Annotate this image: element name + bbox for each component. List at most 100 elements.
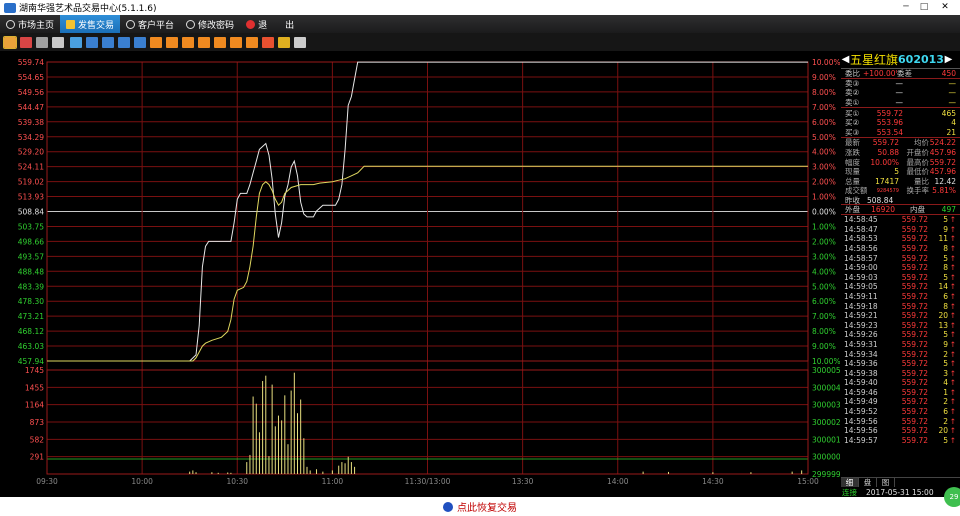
app-icon: [4, 2, 16, 13]
time-tick-label: 11:30/13:00: [405, 477, 451, 486]
resume-trading-label[interactable]: 点此恢复交易: [457, 499, 517, 514]
toolbar-tool-7-icon[interactable]: [118, 36, 130, 48]
trade-row: 14:59:18 559.72 8 ↑: [841, 301, 960, 311]
menu-item-label: 发售交易: [78, 20, 115, 31]
trade-time: 14:58:57: [844, 253, 878, 263]
toolbar-tool-15-icon[interactable]: [246, 36, 258, 48]
toolbar-tool-12-icon[interactable]: [198, 36, 210, 48]
trade-price: 559.72: [901, 253, 928, 263]
menu-item-3[interactable]: 修改密码: [180, 15, 240, 33]
toolbar-tool-4-icon[interactable]: [70, 36, 82, 48]
stat-v2: 457.96: [929, 148, 956, 158]
stat-v2: 457.96: [929, 167, 956, 177]
stat-v1: 5: [894, 167, 899, 177]
volume-left-tick-label: 1455: [25, 383, 44, 392]
menu-item-2[interactable]: 客户平台: [120, 15, 180, 33]
trade-price: 559.72: [901, 435, 928, 445]
weicha-label: 委差: [897, 68, 912, 78]
toolbar-tool-2-icon[interactable]: [36, 36, 48, 48]
prev-stock-arrow-icon[interactable]: ◀: [841, 54, 850, 65]
trade-row: 14:59:23 559.72 13 ↑: [841, 320, 960, 330]
toolbar-tool-10-icon[interactable]: [166, 36, 178, 48]
trade-price: 559.72: [901, 243, 928, 253]
trade-time: 14:59:40: [844, 378, 878, 388]
trade-row: 14:58:53 559.72 11 ↑: [841, 234, 960, 244]
toolbar-tool-3-icon[interactable]: [52, 36, 64, 48]
volume-left-tick-label: 582: [30, 435, 45, 444]
trade-list[interactable]: 14:58:45 559.72 5 ↑ 14:58:47 559.72 9 ↑ 14:58:53…: [841, 215, 960, 445]
waipan-value: 16920: [871, 205, 895, 215]
price-tick-label: 544.47: [18, 103, 44, 112]
lock-icon: [186, 19, 196, 29]
up-arrow-icon: ↑: [949, 234, 956, 244]
pct-tick-label: 4.00%: [812, 267, 836, 276]
volume-left-tick-label: 291: [30, 453, 45, 462]
trade-price: 559.72: [901, 378, 928, 388]
price-tick-label: 473.21: [18, 312, 44, 321]
toolbar-tool-0-icon[interactable]: [3, 35, 17, 49]
next-stock-arrow-icon[interactable]: ▶: [944, 54, 953, 65]
trade-vol: 11: [938, 234, 948, 244]
trade-vol: 5: [943, 359, 948, 369]
notification-badge[interactable]: 29: [944, 487, 960, 507]
up-arrow-icon: ↑: [949, 435, 956, 445]
trade-row: 14:59:40 559.72 4 ↑: [841, 378, 960, 388]
trade-time: 14:58:53: [844, 234, 878, 244]
panel-tab-2[interactable]: 图: [877, 478, 895, 487]
toolbar-tool-1-icon[interactable]: [20, 36, 32, 48]
up-arrow-icon: ↑: [949, 215, 956, 225]
book-row: 买③ 553.54 21: [841, 128, 960, 138]
toolbar-tool-11-icon[interactable]: [182, 36, 194, 48]
volume-right-tick-label: 300000: [812, 453, 840, 462]
trade-time: 14:59:26: [844, 330, 878, 340]
trade-vol: 5: [943, 272, 948, 282]
trade-row: 14:59:46 559.72 1 ↑: [841, 388, 960, 398]
trade-time: 14:58:47: [844, 224, 878, 234]
neipan-value: 497: [941, 205, 956, 215]
book-price: —: [895, 78, 904, 88]
toolbar-tool-18-icon[interactable]: [294, 36, 306, 48]
toolbar-tool-16-icon[interactable]: [262, 36, 274, 48]
globe-icon: [6, 19, 15, 29]
book-label: 买③: [845, 127, 860, 137]
toolbar-tool-9-icon[interactable]: [150, 36, 162, 48]
price-tick-label: 463.03: [18, 342, 44, 351]
menu-item-4[interactable]: 退 出: [240, 15, 300, 33]
price-tick-label: 503.75: [18, 222, 44, 231]
volume-right-tick-label: 300001: [812, 435, 840, 444]
toolbar-tool-17-icon[interactable]: [278, 36, 290, 48]
up-arrow-icon: ↑: [949, 426, 956, 436]
trade-vol: 8: [943, 243, 948, 253]
intraday-chart[interactable]: 559.74 10.00% 554.65 9.00% 549.56 8.00% 544.47…: [0, 51, 841, 497]
minimize-icon[interactable]: ─: [898, 1, 914, 13]
menu-item-1[interactable]: 发售交易: [60, 15, 121, 33]
menu-item-0[interactable]: 市场主页: [0, 15, 60, 33]
trade-vol: 5: [943, 253, 948, 263]
toolbar-tool-13-icon[interactable]: [214, 36, 226, 48]
trade-row: 14:59:56 559.72 2 ↑: [841, 416, 960, 426]
maximize-icon[interactable]: □: [916, 1, 932, 13]
up-arrow-icon: ↑: [949, 330, 956, 340]
trade-vol: 9: [943, 224, 948, 234]
resume-trading-bar[interactable]: 点此恢复交易: [0, 497, 960, 516]
toolbar-tool-6-icon[interactable]: [102, 36, 114, 48]
trade-row: 14:59:57 559.72 5 ↑: [841, 436, 960, 446]
trade-vol: 3: [943, 368, 948, 378]
trade-vol: 1: [943, 387, 948, 397]
panel-tabs: 细盘图: [841, 477, 960, 487]
trade-time: 14:59:00: [844, 263, 878, 273]
trade-row: 14:59:05 559.72 14 ↑: [841, 282, 960, 292]
neipan-label: 内盘: [910, 205, 925, 215]
trade-vol: 9: [943, 339, 948, 349]
stat-v1: 10.00%: [870, 157, 899, 167]
toolbar-tool-8-icon[interactable]: [134, 36, 146, 48]
toolbar-tool-5-icon[interactable]: [86, 36, 98, 48]
close-icon[interactable]: ✕: [934, 1, 956, 13]
toolbar-tool-14-icon[interactable]: [230, 36, 242, 48]
yen-icon: [66, 19, 76, 29]
trade-time: 14:58:56: [844, 243, 878, 253]
power-icon: [246, 19, 256, 29]
intraday-chart-svg: 559.74 10.00% 554.65 9.00% 549.56 8.00% 544.47…: [18, 58, 841, 486]
trade-row: 14:58:57 559.72 5 ↑: [841, 253, 960, 263]
trade-time: 14:59:57: [844, 435, 878, 445]
